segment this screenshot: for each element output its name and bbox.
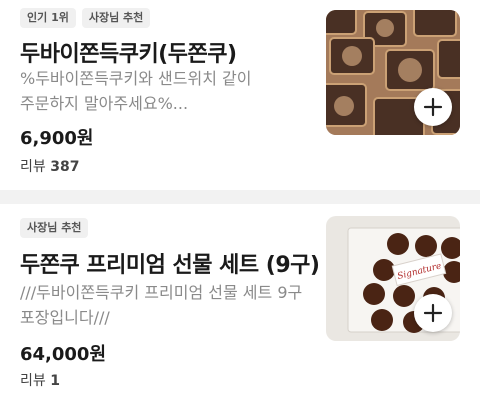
product-name: 두바이쫀득쿠키(두쫀쿠) <box>20 42 237 67</box>
plus-icon <box>423 303 443 323</box>
review-label: 리뷰 <box>20 159 46 175</box>
menu-item[interactable]: 사장님 추천 두쫀쿠 프리미엄 선물 세트 (9구) ///두바이쫀득쿠키 프리… <box>0 204 480 409</box>
review-number: 1 <box>50 373 60 389</box>
menu-item[interactable]: 인기 1위 사장님 추천 두바이쫀득쿠키(두쫀쿠) %두바이쫀득쿠키와 샌드위치… <box>0 0 480 190</box>
product-price: 64,000원 <box>20 344 107 365</box>
product-thumbnail[interactable]: Signature <box>326 216 460 341</box>
product-thumbnail[interactable] <box>326 10 460 135</box>
review-label: 리뷰 <box>20 373 46 389</box>
product-name: 두쫀쿠 프리미엄 선물 세트 (9구) <box>20 253 320 278</box>
badge-group: 인기 1위 사장님 추천 <box>20 8 151 28</box>
review-number: 387 <box>50 159 80 175</box>
product-price: 6,900원 <box>20 128 94 149</box>
owner-pick-badge: 사장님 추천 <box>20 218 89 238</box>
product-description: %두바이쫀득쿠키와 샌드위치 같이 주문하지 말아주세요%... <box>20 69 252 113</box>
review-count: 리뷰 1 <box>20 370 60 390</box>
plus-icon <box>423 97 443 117</box>
review-count: 리뷰 387 <box>20 156 79 176</box>
product-description: ///두바이쫀득쿠키 프리미엄 선물 세트 9구 포장입니다/// <box>20 283 303 327</box>
add-to-cart-button[interactable] <box>414 294 452 332</box>
section-divider <box>0 190 480 204</box>
badge-group: 사장님 추천 <box>20 218 89 238</box>
owner-pick-badge: 사장님 추천 <box>81 8 151 28</box>
add-to-cart-button[interactable] <box>414 88 452 126</box>
popular-badge: 인기 1위 <box>20 8 76 28</box>
